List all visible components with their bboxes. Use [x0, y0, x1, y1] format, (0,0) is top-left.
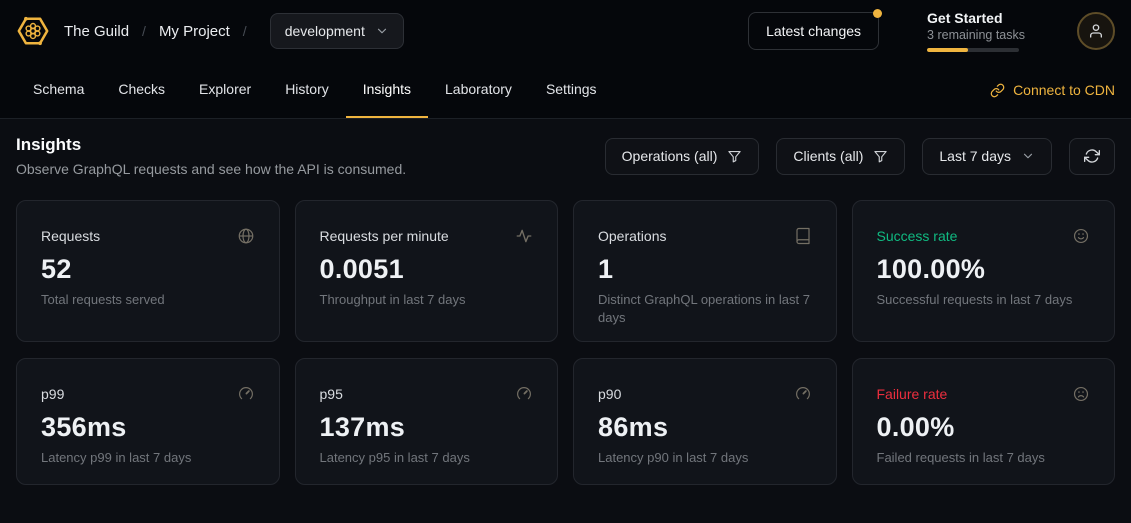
stat-title: p99	[41, 386, 64, 402]
target-selector-dropdown[interactable]: development	[270, 13, 404, 49]
stat-value: 137ms	[320, 412, 534, 443]
insights-title-block: Insights Observe GraphQL requests and se…	[16, 135, 406, 177]
stat-card: Success rate 100.00% Successful requests…	[852, 200, 1116, 342]
get-started-title: Get Started	[927, 10, 1025, 26]
filter-icon	[727, 149, 742, 164]
stat-title: Success rate	[877, 228, 958, 244]
operations-filter-label: Operations (all)	[622, 148, 718, 164]
notification-dot	[873, 9, 882, 18]
user-icon	[1088, 23, 1104, 39]
stat-value: 0.00%	[877, 412, 1091, 443]
stat-value: 86ms	[598, 412, 812, 443]
globe-icon	[237, 227, 255, 245]
activity-icon	[515, 227, 533, 245]
operations-filter-button[interactable]: Operations (all)	[605, 138, 760, 175]
stat-value: 0.0051	[320, 254, 534, 285]
tab-insights[interactable]: Insights	[346, 62, 428, 118]
insights-header: Insights Observe GraphQL requests and se…	[16, 135, 1115, 177]
get-started-progress-track	[927, 48, 1019, 52]
filters-toolbar: Operations (all) Clients (all) Last 7 da…	[605, 138, 1115, 175]
breadcrumb-project[interactable]: My Project	[159, 23, 230, 40]
stat-title: Requests	[41, 228, 100, 244]
page-title: Insights	[16, 135, 406, 155]
get-started-widget[interactable]: Get Started 3 remaining tasks	[927, 10, 1025, 52]
tab-checks[interactable]: Checks	[101, 62, 182, 118]
clients-filter-label: Clients (all)	[793, 148, 863, 164]
get-started-subtitle: 3 remaining tasks	[927, 28, 1025, 42]
stat-title: p90	[598, 386, 621, 402]
stat-description: Total requests served	[41, 291, 255, 309]
stat-title: p95	[320, 386, 343, 402]
app-header: The Guild / My Project / development Lat…	[0, 0, 1131, 62]
gauge-icon	[237, 385, 255, 403]
page-subtitle: Observe GraphQL requests and see how the…	[16, 161, 406, 177]
breadcrumb-org[interactable]: The Guild	[64, 23, 129, 40]
stat-description: Latency p99 in last 7 days	[41, 449, 255, 467]
stat-value: 52	[41, 254, 255, 285]
stat-description: Throughput in last 7 days	[320, 291, 534, 309]
stat-title: Requests per minute	[320, 228, 449, 244]
period-dropdown[interactable]: Last 7 days	[922, 138, 1052, 175]
chevron-down-icon	[1021, 149, 1035, 163]
stat-title: Operations	[598, 228, 666, 244]
link-icon	[990, 83, 1005, 98]
target-selector-value: development	[285, 23, 365, 39]
stat-description: Distinct GraphQL operations in last 7 da…	[598, 291, 812, 326]
stats-row-2: p99 356ms Latency p99 in last 7 days p95…	[16, 358, 1115, 485]
stat-title: Failure rate	[877, 386, 948, 402]
stat-value: 100.00%	[877, 254, 1091, 285]
chevron-down-icon	[375, 24, 389, 38]
stat-card: Requests per minute 0.0051 Throughput in…	[295, 200, 559, 342]
clients-filter-button[interactable]: Clients (all)	[776, 138, 905, 175]
connect-to-cdn-label: Connect to CDN	[1013, 82, 1115, 98]
breadcrumb-separator: /	[243, 23, 247, 39]
get-started-progress-fill	[927, 48, 968, 52]
smile-icon	[1072, 227, 1090, 245]
stat-description: Failed requests in last 7 days	[877, 449, 1091, 467]
tab-laboratory[interactable]: Laboratory	[428, 62, 529, 118]
breadcrumb-separator: /	[142, 23, 146, 39]
stat-description: Successful requests in last 7 days	[877, 291, 1091, 309]
guild-logo-icon[interactable]	[16, 14, 50, 48]
user-avatar[interactable]	[1077, 12, 1115, 50]
stat-value: 1	[598, 254, 812, 285]
tab-explorer[interactable]: Explorer	[182, 62, 268, 118]
stat-description: Latency p95 in last 7 days	[320, 449, 534, 467]
gauge-icon	[794, 385, 812, 403]
stat-card: p95 137ms Latency p95 in last 7 days	[295, 358, 559, 485]
stat-card: Operations 1 Distinct GraphQL operations…	[573, 200, 837, 342]
stat-card: p90 86ms Latency p90 in last 7 days	[573, 358, 837, 485]
stat-card: Requests 52 Total requests served	[16, 200, 280, 342]
insights-page: Insights Observe GraphQL requests and se…	[0, 119, 1131, 501]
stat-value: 356ms	[41, 412, 255, 443]
gauge-icon	[515, 385, 533, 403]
tab-schema[interactable]: Schema	[16, 62, 101, 118]
stat-card: p99 356ms Latency p99 in last 7 days	[16, 358, 280, 485]
latest-changes-label: Latest changes	[766, 23, 861, 39]
latest-changes-button[interactable]: Latest changes	[748, 12, 879, 50]
tab-settings[interactable]: Settings	[529, 62, 614, 118]
tab-history[interactable]: History	[268, 62, 346, 118]
refresh-icon	[1084, 148, 1100, 164]
stat-description: Latency p90 in last 7 days	[598, 449, 812, 467]
book-icon	[794, 227, 812, 245]
stats-row-1: Requests 52 Total requests served Reques…	[16, 200, 1115, 342]
stat-card: Failure rate 0.00% Failed requests in la…	[852, 358, 1116, 485]
main-nav-tabs: Schema Checks Explorer History Insights …	[0, 62, 1131, 119]
connect-to-cdn-link[interactable]: Connect to CDN	[990, 62, 1115, 118]
refresh-button[interactable]	[1069, 138, 1115, 175]
frown-icon	[1072, 385, 1090, 403]
filter-icon	[873, 149, 888, 164]
period-label: Last 7 days	[939, 148, 1011, 164]
